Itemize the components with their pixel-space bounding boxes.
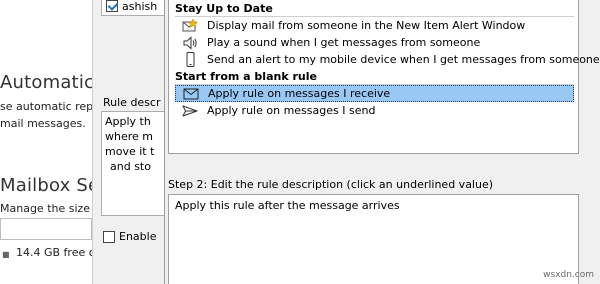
mailbox-size-bar xyxy=(0,218,92,240)
group-heading-stay-up-to-date: Stay Up to Date xyxy=(175,2,273,15)
bullet-icon: ■ xyxy=(2,250,10,259)
group-heading-blank-rule: Start from a blank rule xyxy=(175,70,317,83)
mailbox-settings-text: Manage the size c xyxy=(0,202,92,215)
send-arrow-icon xyxy=(181,103,199,118)
rule-desc-line: where m xyxy=(105,130,153,143)
mobile-device-icon xyxy=(181,52,199,67)
mailbox-settings-heading: Mailbox Set xyxy=(0,175,92,196)
mailbox-free-space: 14.4 GB free o xyxy=(16,246,92,259)
rule-enabled-checkbox[interactable] xyxy=(106,0,118,12)
rule-description-text: Apply this rule after the message arrive… xyxy=(175,199,400,212)
envelope-icon xyxy=(182,86,200,101)
rules-list[interactable]: ashish xyxy=(101,0,164,16)
rule-desc-line: and sto xyxy=(110,160,151,173)
template-play-sound[interactable]: Play a sound when I get messages from so… xyxy=(175,34,574,51)
rule-description-box: Apply th where m move it t and sto xyxy=(101,111,164,216)
template-apply-on-receive[interactable]: Apply rule on messages I receive xyxy=(175,85,574,102)
template-label: Send an alert to my mobile device when I… xyxy=(207,53,600,66)
template-display-mail-alert[interactable]: Display mail from someone in the New Ite… xyxy=(175,17,574,34)
automatic-replies-heading: Automatic I xyxy=(0,72,92,93)
template-label: Display mail from someone in the New Ite… xyxy=(207,19,526,32)
template-mobile-alert[interactable]: Send an alert to my mobile device when I… xyxy=(175,51,600,68)
outlook-options-page: Automatic I se automatic rep mail messag… xyxy=(0,0,92,284)
rule-templates-list: Stay Up to Date Display mail from someon… xyxy=(168,0,600,154)
template-apply-on-send[interactable]: Apply rule on messages I send xyxy=(175,102,574,119)
template-label: Apply rule on messages I receive xyxy=(208,87,391,100)
rule-desc-line: move it t xyxy=(105,145,155,158)
enable-checkbox[interactable] xyxy=(103,231,115,243)
template-label: Play a sound when I get messages from so… xyxy=(207,36,481,49)
speaker-icon xyxy=(181,35,199,50)
rule-desc-line: Apply th xyxy=(105,115,151,128)
watermark: wsxdn.com xyxy=(543,270,594,280)
automatic-replies-text-2: mail messages. xyxy=(0,117,86,130)
step2-label: Step 2: Edit the rule description (click… xyxy=(168,178,494,191)
rules-wizard-dialog: Stay Up to Date Display mail from someon… xyxy=(164,0,600,284)
rule-description-editor[interactable]: Apply this rule after the message arrive… xyxy=(168,194,579,284)
mail-alert-icon xyxy=(181,18,199,33)
template-label: Apply rule on messages I send xyxy=(207,104,376,117)
enable-label: Enable xyxy=(119,230,157,243)
rules-alerts-dialog: ashish Rule descr Apply th where m move … xyxy=(92,0,164,284)
rule-description-label: Rule descr xyxy=(103,96,161,109)
rule-list-item[interactable]: ashish xyxy=(122,0,157,13)
automatic-replies-text-1: se automatic rep xyxy=(0,100,92,113)
